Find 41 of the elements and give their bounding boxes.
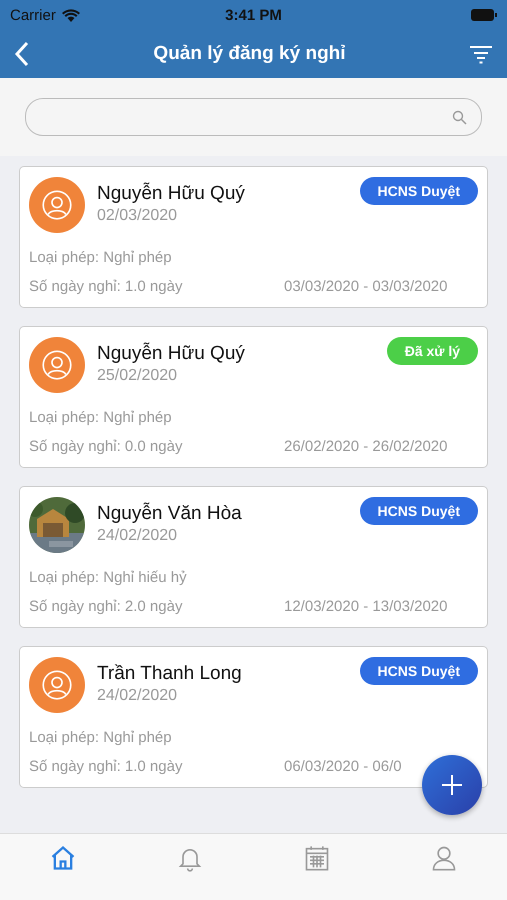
leave-request-card[interactable]: Nguyễn Hữu Quý 02/03/2020 HCNS Duyệt Loại phép: Nghỉ phép Số ngày nghỉ: 1.0 ngày 03/03/2020 - 03/03/2020 xyxy=(19,166,488,308)
leave-days: Số ngày nghỉ: 1.0 ngày xyxy=(29,758,182,775)
employee-name: Nguyễn Hữu Quý xyxy=(97,183,246,205)
status-badge: HCNS Duyệt xyxy=(360,177,478,205)
status-badge: Đã xử lý xyxy=(386,337,478,365)
date-range: 03/03/2020 - 03/03/2020 xyxy=(284,278,448,295)
back-icon[interactable] xyxy=(14,41,30,67)
request-date: 02/03/2020 xyxy=(97,207,178,225)
leave-days: Số ngày nghỉ: 2.0 ngày xyxy=(29,598,182,615)
status-badge: HCNS Duyệt xyxy=(360,657,478,685)
carrier-name: Carrier xyxy=(10,6,56,24)
employee-name: Nguyễn Văn Hòa xyxy=(97,503,243,525)
search-icon xyxy=(452,110,467,124)
wifi-icon xyxy=(62,8,80,22)
date-range: 06/03/2020 - 06/0 xyxy=(284,758,403,775)
search-field[interactable] xyxy=(25,98,482,136)
battery-icon xyxy=(471,9,497,21)
leave-request-card[interactable]: Trần Thanh Long 24/02/2020 HCNS Duyệt Loại phép: Nghỉ phép Số ngày nghỉ: 1.0 ngày 06/03/2020 - 06/0 xyxy=(19,646,488,788)
screen-title: Quản lý đăng ký nghỉ xyxy=(153,43,346,65)
leave-type: Loại phép: Nghỉ hiếu hỷ xyxy=(29,569,188,586)
leave-type: Loại phép: Nghỉ phép xyxy=(29,729,173,746)
request-date: 24/02/2020 xyxy=(97,527,178,545)
date-range: 12/03/2020 - 13/03/2020 xyxy=(284,598,448,615)
clock-time: 3:41 PM xyxy=(225,6,282,24)
leave-days: Số ngày nghỉ: 0.0 ngày xyxy=(29,438,182,455)
plus-icon xyxy=(441,774,463,796)
leave-days: Số ngày nghỉ: 1.0 ngày xyxy=(29,278,182,295)
leave-type: Loại phép: Nghỉ phép xyxy=(29,409,173,426)
employee-name: Nguyễn Hữu Quý xyxy=(97,343,246,365)
leave-request-card[interactable]: Nguyễn Văn Hòa 24/02/2020 HCNS Duyệt Loại phép: Nghỉ hiếu hỷ Số ngày nghỉ: 2.0 ngày 12/03/2020 - 13/03/2020 xyxy=(19,486,488,628)
employee-name: Trần Thanh Long xyxy=(97,663,243,685)
leave-request-card[interactable]: Nguyễn Hữu Quý 25/02/2020 Đã xử lý Loại phép: Nghỉ phép Số ngày nghỉ: 0.0 ngày 26/02/2020 - 26/02/2020 xyxy=(19,326,488,468)
request-date: 25/02/2020 xyxy=(97,367,178,385)
filter-icon[interactable] xyxy=(468,44,493,64)
calendar-icon xyxy=(302,844,331,872)
user-icon xyxy=(430,844,458,872)
request-date: 24/02/2020 xyxy=(97,687,178,705)
date-range: 26/02/2020 - 26/02/2020 xyxy=(284,438,448,455)
leave-type: Loại phép: Nghỉ phép xyxy=(29,249,173,266)
status-badge: HCNS Duyệt xyxy=(360,497,478,525)
add-button[interactable] xyxy=(422,755,482,815)
